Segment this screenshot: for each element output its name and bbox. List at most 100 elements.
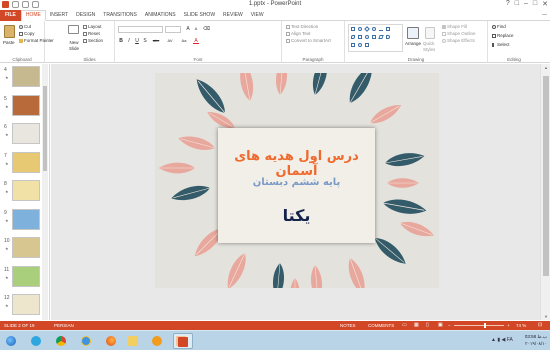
scroll-up-arrow-icon[interactable]: ▲ bbox=[542, 65, 550, 70]
tab-view[interactable]: VIEW bbox=[247, 10, 268, 21]
italic-button[interactable]: I bbox=[126, 38, 132, 44]
font-size-box[interactable] bbox=[165, 26, 181, 33]
textbox-shape-icon[interactable] bbox=[386, 27, 390, 31]
tab-transitions[interactable]: TRANSITIONS bbox=[99, 10, 141, 21]
shape-effects-button[interactable]: Shape Effects bbox=[442, 38, 475, 44]
reset-button[interactable]: Reset bbox=[83, 31, 100, 37]
comments-button[interactable]: COMMENTS bbox=[368, 321, 394, 330]
minimize-button[interactable]: – bbox=[524, 0, 528, 8]
callout-shape-icon[interactable] bbox=[372, 35, 376, 39]
thumbnail-preview[interactable] bbox=[12, 151, 40, 173]
shape-outline-button[interactable]: Shape Outline bbox=[442, 31, 476, 37]
cut-button[interactable]: Cut bbox=[19, 24, 31, 30]
layout-button[interactable]: Layout bbox=[83, 24, 102, 30]
align-text-button[interactable]: Align Text bbox=[286, 31, 310, 37]
maximize-button[interactable]: □ bbox=[533, 0, 537, 8]
new-slide-button[interactable]: New Slide bbox=[66, 40, 82, 52]
taskbar-explorer[interactable] bbox=[124, 333, 142, 349]
slide-subtitle[interactable]: پایه ششم دبستان bbox=[218, 177, 375, 188]
circle-shape-icon[interactable] bbox=[365, 35, 369, 39]
font-family-box[interactable] bbox=[118, 26, 163, 33]
slide-scroll-thumb[interactable] bbox=[543, 76, 549, 276]
reading-view-icon[interactable]: ▯ bbox=[426, 321, 429, 330]
format-painter-button[interactable]: Format Painter bbox=[19, 38, 54, 44]
arrange-button[interactable]: Arrange bbox=[405, 41, 421, 47]
input-language[interactable]: FA bbox=[507, 337, 513, 343]
slide-author[interactable]: یکتا bbox=[218, 206, 375, 225]
font-color-button[interactable]: A bbox=[193, 38, 199, 44]
star-shape-icon[interactable] bbox=[365, 43, 369, 47]
start-button[interactable] bbox=[2, 333, 20, 349]
find-button[interactable]: Find bbox=[492, 24, 506, 30]
text-direction-button[interactable]: Text Direction bbox=[286, 24, 318, 30]
underline-button[interactable]: U bbox=[134, 38, 140, 44]
smiley-shape-icon[interactable] bbox=[358, 43, 362, 47]
scroll-down-arrow-icon[interactable]: ▼ bbox=[542, 314, 550, 319]
tab-insert[interactable]: INSERT bbox=[46, 10, 72, 21]
thumbnail-preview[interactable] bbox=[12, 123, 40, 144]
quick-styles-button[interactable]: Quick Styles bbox=[423, 41, 437, 53]
zoom-out-icon[interactable]: – bbox=[448, 321, 451, 330]
slideshow-view-icon[interactable]: ▣ bbox=[438, 321, 443, 330]
square-shape-icon[interactable] bbox=[358, 35, 362, 39]
slide-title[interactable]: درس اول هدیه های آسمان bbox=[218, 149, 375, 179]
user-account[interactable]: — bbox=[542, 10, 547, 21]
tab-slide-show[interactable]: SLIDE SHOW bbox=[180, 10, 219, 21]
tab-review[interactable]: REVIEW bbox=[219, 10, 247, 21]
character-spacing-button[interactable]: AV bbox=[165, 38, 175, 44]
thumbnail-preview[interactable] bbox=[12, 208, 40, 230]
thumbnail-preview[interactable] bbox=[12, 180, 40, 201]
convert-smartart-button[interactable]: Convert to SmartArt bbox=[286, 38, 331, 44]
volume-icon[interactable]: ◀ bbox=[502, 337, 506, 343]
tab-file[interactable]: FILE bbox=[0, 10, 21, 21]
current-slide[interactable]: درس اول هدیه های آسمان پایه ششم دبستان ی… bbox=[155, 73, 439, 288]
tab-design[interactable]: DESIGN bbox=[72, 10, 99, 21]
arrow-shape-icon[interactable] bbox=[386, 35, 390, 39]
zoom-level[interactable]: 74 % bbox=[516, 321, 526, 330]
taskbar-media-player[interactable] bbox=[148, 333, 166, 349]
zoom-in-icon[interactable]: + bbox=[507, 321, 510, 330]
thumbnail-scroll-thumb[interactable] bbox=[43, 86, 47, 171]
fit-slide-icon[interactable]: ⊡ bbox=[538, 321, 542, 330]
rectangle-shape-icon[interactable] bbox=[351, 27, 355, 31]
system-tray[interactable]: ▲ ▮ ◀ FA bbox=[491, 337, 513, 343]
slide-scrollbar[interactable]: ▲ ▼ bbox=[540, 64, 550, 320]
line-shape-icon[interactable] bbox=[379, 27, 383, 31]
thumbnail-preview[interactable] bbox=[12, 294, 40, 315]
paste-button[interactable]: Paste bbox=[3, 40, 15, 46]
taskbar-telegram[interactable] bbox=[27, 333, 45, 349]
shapes-gallery[interactable] bbox=[348, 24, 403, 52]
bold-button[interactable]: B bbox=[118, 38, 124, 44]
grow-font-icon[interactable]: A bbox=[185, 26, 191, 32]
tab-home[interactable]: HOME bbox=[20, 10, 46, 21]
rounded-rect-shape-icon[interactable] bbox=[372, 27, 376, 31]
taskbar-chrome[interactable] bbox=[52, 333, 70, 349]
strikethrough-button[interactable]: abc bbox=[151, 38, 161, 44]
thumbnail-scrollbar[interactable] bbox=[42, 64, 48, 320]
shape-fill-button[interactable]: Shape Fill bbox=[442, 24, 467, 30]
taskbar-ie[interactable] bbox=[77, 333, 95, 349]
network-icon[interactable]: ▮ bbox=[497, 337, 500, 343]
oval-shape-icon[interactable] bbox=[358, 27, 362, 31]
replace-button[interactable]: Replace bbox=[492, 33, 514, 39]
copy-button[interactable]: Copy bbox=[19, 31, 35, 37]
shrink-font-icon[interactable]: A bbox=[193, 26, 199, 32]
taskbar-powerpoint[interactable] bbox=[173, 333, 193, 349]
shadow-button[interactable]: S bbox=[142, 38, 148, 44]
help-button[interactable]: ? bbox=[506, 0, 510, 8]
thumbnail-preview[interactable] bbox=[12, 265, 40, 287]
tab-animations[interactable]: ANIMATIONS bbox=[141, 10, 180, 21]
clear-formatting-icon[interactable]: ⌫ bbox=[203, 26, 210, 32]
tray-expand-icon[interactable]: ▲ bbox=[491, 337, 496, 343]
zoom-slider[interactable] bbox=[454, 325, 504, 326]
thumbnail-preview[interactable] bbox=[12, 66, 40, 87]
notes-button[interactable]: NOTES bbox=[340, 321, 356, 330]
normal-view-icon[interactable]: ▭ bbox=[402, 321, 407, 330]
clock[interactable]: 03:58 ب.ظ ۲۰۱۹/۰۸/۱۰ bbox=[525, 333, 547, 347]
section-button[interactable]: Section bbox=[83, 38, 103, 44]
parallelogram-shape-icon[interactable] bbox=[378, 35, 384, 39]
close-button[interactable]: ✕ bbox=[542, 0, 548, 8]
thumbnail-preview[interactable] bbox=[12, 237, 40, 258]
thumbnail-preview[interactable] bbox=[12, 94, 40, 116]
language-indicator[interactable]: PERSIAN bbox=[54, 321, 74, 330]
